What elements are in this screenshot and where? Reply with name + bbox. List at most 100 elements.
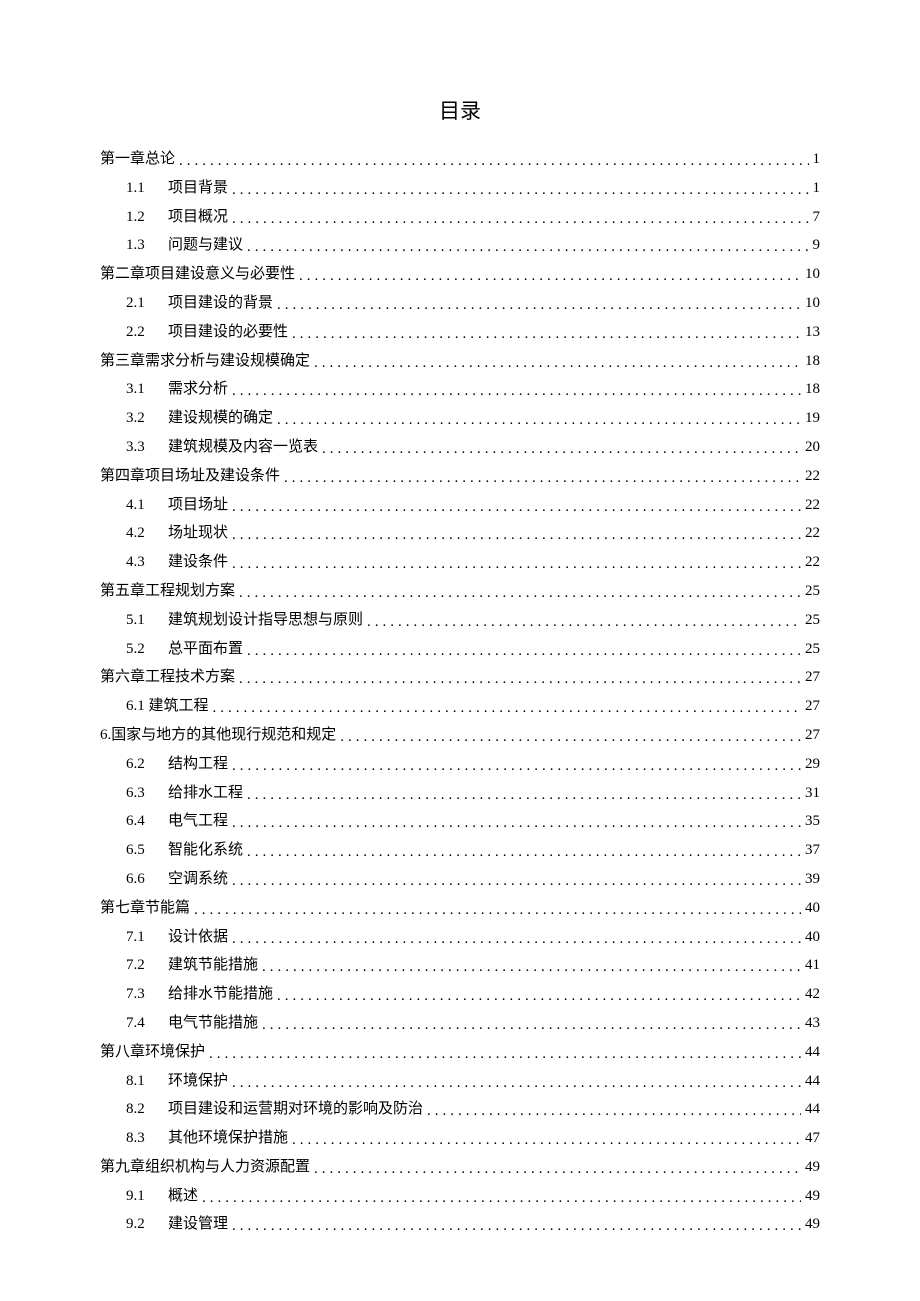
toc-entry-page: 27 [801, 663, 820, 692]
toc-dots [247, 781, 801, 810]
toc-entry-page: 20 [801, 433, 820, 462]
toc-entry: 第三章需求分析与建设规模确定 18 [100, 347, 820, 376]
toc-entry: 7.3给排水节能措施42 [100, 980, 820, 1009]
toc-entry-label: 第五章工程规划方案 [100, 577, 235, 606]
toc-entry-label: 项目场址及建设条件 [145, 462, 280, 491]
toc-entry-label: 给排水工程 [168, 779, 243, 808]
toc-entry-number: 6.2 [126, 750, 168, 779]
toc-entry-page: 22 [801, 548, 820, 577]
toc-entry-page: 49 [801, 1182, 820, 1211]
toc-entry-page: 19 [801, 404, 820, 433]
toc-entry-label: 6.国家与地方的其他现行规范和规定 [100, 721, 336, 750]
toc-entry-page: 42 [801, 980, 820, 1009]
toc-dots [202, 1184, 801, 1213]
toc-entry-number: 5.2 [126, 635, 168, 664]
toc-entry: 7.4电气节能措施43 [100, 1009, 820, 1038]
toc-dots [277, 406, 801, 435]
toc-entry-label: 项目背景 [168, 174, 228, 203]
toc-entry-number: 3.3 [126, 433, 168, 462]
toc-entry-label: 第三章需求分析与建设规模确定 [100, 347, 310, 376]
toc-entry-page: 27 [801, 692, 820, 721]
toc-entry-page: 18 [801, 375, 820, 404]
toc-entry: 3.1需求分析 18 [100, 375, 820, 404]
toc-entry-number: 1.1 [126, 174, 168, 203]
toc-dots [292, 320, 801, 349]
toc-entry-number: 6.6 [126, 865, 168, 894]
toc-entry-page: 25 [801, 606, 820, 635]
toc-entry-number: 8.3 [126, 1124, 168, 1153]
toc-entry-page: 9 [809, 231, 821, 260]
toc-dots [179, 147, 808, 176]
toc-entry-number: 5.1 [126, 606, 168, 635]
toc-entry-label: 智能化系统 [168, 836, 243, 865]
toc-entry-label: 场址现状 [168, 519, 228, 548]
toc-entry-page: 10 [801, 289, 820, 318]
toc-entry: 8.2项目建设和运营期对环境的影响及防治44 [100, 1095, 820, 1124]
toc-entry-page: 31 [801, 779, 820, 808]
toc-dots [232, 550, 801, 579]
toc-entry: 第四章项目场址及建设条件22 [100, 462, 820, 491]
toc-entry-number: 7.1 [126, 923, 168, 952]
toc-entry: 第九章组织机构与人力资源配置49 [100, 1153, 820, 1182]
toc-entry-page: 44 [801, 1095, 820, 1124]
toc-entry-number: 3.1 [126, 375, 168, 404]
toc-dots [292, 1126, 801, 1155]
toc-entry-label: 需求分析 [168, 375, 228, 404]
toc-dots [247, 637, 801, 666]
toc-entry-number: 9.2 [126, 1210, 168, 1239]
page-title: 目录 [100, 95, 820, 125]
toc-entry: 3.3建筑规模及内容一览表20 [100, 433, 820, 462]
toc-entry-page: 27 [801, 721, 820, 750]
toc-entry-number: 4.2 [126, 519, 168, 548]
toc-dots [427, 1097, 801, 1126]
toc-entry: 第五章工程规划方案 25 [100, 577, 820, 606]
toc-entry: 1.3问题与建议9 [100, 231, 820, 260]
toc-entry-label: 项目建设意义与必要性 [145, 260, 295, 289]
toc-entry: 4.3建设条件22 [100, 548, 820, 577]
toc-entry-page: 44 [801, 1038, 820, 1067]
toc-entry-page: 40 [801, 894, 820, 923]
toc-entry-label: 环境保护 [168, 1067, 228, 1096]
toc-entry-number: 第二章 [100, 260, 145, 289]
toc-dots [277, 291, 801, 320]
toc-entry-page: 25 [801, 635, 820, 664]
toc-dots [247, 838, 801, 867]
toc-dots [247, 233, 808, 262]
toc-entry: 1.1项目背景 1 [100, 174, 820, 203]
toc-entry: 第一章总论1 [100, 145, 820, 174]
toc-entry-label: 建筑规划设计指导思想与原则 [168, 606, 363, 635]
toc-dots [213, 694, 801, 723]
toc-entry-label: 问题与建议 [168, 231, 243, 260]
toc-entry-page: 1 [809, 174, 821, 203]
toc-dots [232, 377, 801, 406]
toc-entry: 6.6空调系统39 [100, 865, 820, 894]
toc-entry-label: 第七章节能篇 [100, 894, 190, 923]
toc-entry-page: 22 [801, 491, 820, 520]
toc-entry-label: 建设规模的确定 [168, 404, 273, 433]
toc-entry-number: 6.3 [126, 779, 168, 808]
toc-entry-label: 空调系统 [168, 865, 228, 894]
toc-entry: 8.3其他环境保护措施47 [100, 1124, 820, 1153]
toc-entry-page: 22 [801, 462, 820, 491]
toc-entry: 6.4电气工程35 [100, 807, 820, 836]
toc-entry-page: 44 [801, 1067, 820, 1096]
toc-entry-label: 建设条件 [168, 548, 228, 577]
toc-entry-label: 第八章环境保护 [100, 1038, 205, 1067]
toc-entry: 7.2建筑节能措施41 [100, 951, 820, 980]
toc-entry-label: 项目建设和运营期对环境的影响及防治 [168, 1095, 423, 1124]
toc-entry-label: 电气工程 [168, 807, 228, 836]
toc-entry-page: 10 [801, 260, 820, 289]
toc-entry-label: 项目建设的必要性 [168, 318, 288, 347]
toc-dots [232, 1069, 801, 1098]
toc-entry-page: 18 [801, 347, 820, 376]
toc-entry-page: 25 [801, 577, 820, 606]
toc-entry: 9.2建设管理49 [100, 1210, 820, 1239]
toc-entry-label: 第六章工程技术方案 [100, 663, 235, 692]
toc-entry-label: 项目场址 [168, 491, 228, 520]
toc-entry-page: 41 [801, 951, 820, 980]
toc-entry-label: 总平面布置 [168, 635, 243, 664]
toc-entry-number: 3.2 [126, 404, 168, 433]
toc-entry: 3.2建设规模的确定 19 [100, 404, 820, 433]
toc-entry-number: 7.2 [126, 951, 168, 980]
toc-entry-number: 8.1 [126, 1067, 168, 1096]
